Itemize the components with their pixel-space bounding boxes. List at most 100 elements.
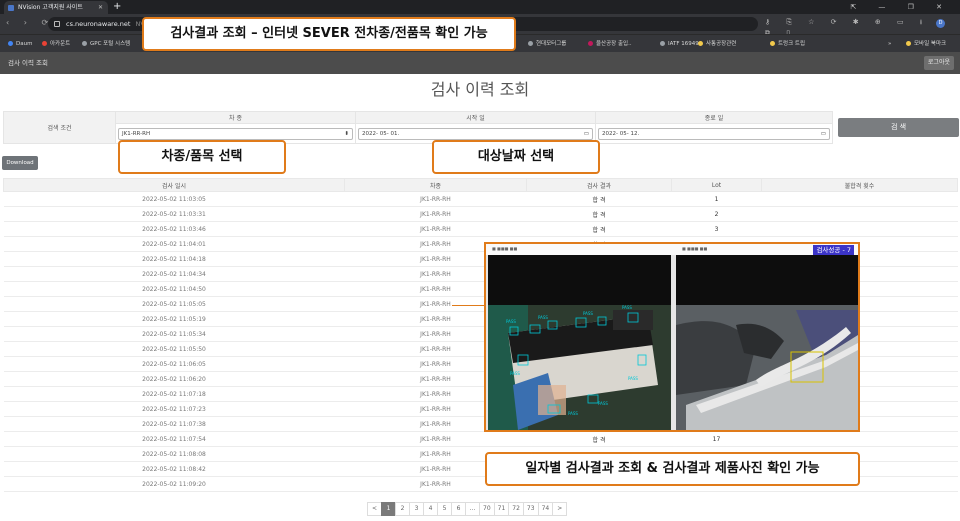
page-button[interactable]: 3 — [409, 502, 424, 516]
cell-time: 2022-05-02 11:07:18 — [3, 386, 345, 402]
page-button[interactable]: 1 — [381, 502, 396, 516]
popup-toolbar-left[interactable]: ■ ■■■ ■■ — [492, 246, 517, 251]
svg-text:PASS: PASS — [583, 311, 593, 316]
cell-lot: 3 — [671, 221, 762, 237]
table-row[interactable]: 2022-05-02 11:03:31 JK1-RR-RH 합 격2 — [3, 206, 958, 222]
vehicle-select[interactable]: JK1-RR-RH ⬍ — [118, 127, 353, 140]
inspection-image-popup: ■ ■■■ ■■ ■ ■■■ ■■ 검사성공 - 7 PASS PASS PASS … — [484, 242, 860, 432]
product-photo-left-image: PASS PASS PASS PASS PASS PASS PASS PASS — [488, 255, 671, 430]
bookmark-item[interactable]: 현대모터그룹 — [528, 35, 566, 53]
page-button[interactable]: 4 — [423, 502, 438, 516]
profile-avatar[interactable]: D — [936, 19, 945, 28]
cell-time: 2022-05-02 11:07:38 — [3, 416, 345, 432]
bookmark-favicon-icon — [906, 41, 911, 46]
page-button[interactable]: 70 — [479, 502, 495, 516]
page-button[interactable]: 5 — [437, 502, 452, 516]
tab-close-icon[interactable]: ✕ — [98, 1, 103, 14]
product-photo-right-image — [676, 255, 858, 430]
site-header: 검사 이력 조회 로그아웃 — [0, 52, 960, 74]
cell-fail-count — [761, 191, 958, 207]
col-lot[interactable]: Lot — [671, 178, 762, 192]
bookmark-item[interactable]: Daum — [8, 35, 32, 53]
bookmark-label: 현대모터그룹 — [536, 41, 567, 47]
col-model[interactable]: 차종 — [344, 178, 527, 192]
bookmark-label: Daum — [16, 41, 33, 47]
bookmark-item[interactable]: 아카운트 — [42, 35, 70, 53]
bookmark-item[interactable]: » — [888, 35, 891, 53]
bookmark-favicon-icon — [42, 41, 47, 46]
bookmark-label: IATF 16949 — [668, 41, 699, 47]
cell-result: 합 격 — [526, 221, 672, 237]
page-button[interactable]: 6 — [451, 502, 466, 516]
svg-text:PASS: PASS — [628, 376, 638, 381]
end-date-column-header: 종료 일 — [595, 111, 833, 124]
product-photo-right — [676, 255, 858, 430]
calendar-icon[interactable]: ▭ — [821, 129, 826, 139]
vehicle-select-value: JK1-RR-RH — [122, 130, 151, 137]
navigation-buttons[interactable]: ‹ › ⟳ — [6, 18, 54, 27]
popup-toolbar-right[interactable]: ■ ■■■ ■■ — [682, 246, 707, 251]
svg-text:PASS: PASS — [538, 315, 548, 320]
page-title: 검사 이력 조회 — [430, 80, 530, 99]
site-info-icon[interactable] — [54, 21, 60, 27]
new-tab-button[interactable]: + — [113, 0, 121, 14]
cell-time: 2022-05-02 11:03:05 — [3, 191, 345, 207]
site-favicon-icon — [8, 5, 14, 11]
cell-result: 합 격 — [526, 431, 672, 447]
download-button[interactable]: Download — [2, 156, 38, 170]
search-button[interactable]: 검 색 — [838, 118, 959, 137]
cell-lot: 1 — [671, 191, 762, 207]
cell-fail-count — [761, 431, 958, 447]
cell-model: JK1-RR-RH — [344, 191, 527, 207]
col-inspection-time[interactable]: 검사 일시 — [3, 178, 345, 192]
product-photo-left: PASS PASS PASS PASS PASS PASS PASS PASS — [488, 255, 671, 430]
page-button[interactable]: 71 — [493, 502, 510, 516]
end-date-input[interactable]: 2022- 05- 12. ▭ — [598, 127, 830, 140]
bookmark-item[interactable]: 울산공장 출입.. — [588, 35, 632, 53]
browser-tab[interactable]: NVision 고객지원 사이트 ✕ — [4, 1, 108, 14]
table-row[interactable]: 2022-05-02 11:07:54 JK1-RR-RH 합 격 17 — [3, 431, 958, 447]
bookmark-favicon-icon — [588, 41, 593, 46]
logout-button[interactable]: 로그아웃 — [923, 56, 954, 70]
col-result[interactable]: 검사 결과 — [526, 178, 672, 192]
page-button[interactable]: 74 — [537, 502, 554, 516]
cell-time: 2022-05-02 11:09:20 — [3, 476, 345, 492]
url-text: cs.neuronaware.net — [66, 20, 131, 28]
page-button[interactable]: 2 — [395, 502, 410, 516]
page-prev-button[interactable]: < — [367, 502, 382, 516]
cell-time: 2022-05-02 11:04:01 — [3, 236, 345, 252]
col-fail-count[interactable]: 불합격 횟수 — [761, 178, 958, 192]
bookmark-label: 아카운트 — [50, 41, 71, 47]
cell-lot: 17 — [671, 431, 762, 447]
start-date-value: 2022- 05- 01. — [362, 130, 400, 137]
table-row[interactable]: 2022-05-02 11:03:05 JK1-RR-RH 합 격1 — [3, 191, 958, 207]
bookmark-item[interactable]: IATF 16949 — [660, 35, 699, 53]
bookmark-item[interactable]: 모바일 북마크 — [906, 35, 946, 53]
cell-result: 합 격 — [526, 206, 672, 222]
bookmark-label: 사통공장관련 — [706, 41, 737, 47]
bookmark-favicon-icon — [698, 41, 703, 46]
cell-model: JK1-RR-RH — [344, 221, 527, 237]
bookmark-item[interactable]: 사통공장관련 — [698, 35, 736, 53]
bookmark-label: GPC 포털 시스템 — [90, 41, 131, 47]
popup-toolbar: ■ ■■■ ■■ ■ ■■■ ■■ 검사성공 - 7 — [486, 244, 858, 255]
results-header-row: 검사 일시 차종 검사 결과 Lot 불합격 횟수 — [3, 178, 958, 192]
start-date-column-header: 시작 일 — [355, 111, 596, 124]
inspection-success-badge: 검사성공 - 7 — [813, 245, 854, 255]
callout-inspection-result: 검사결과 조회 – 인터넷 SEVER 전차종/전품목 확인 가능 — [142, 17, 516, 51]
start-date-input[interactable]: 2022- 05- 01. ▭ — [358, 127, 593, 140]
table-row[interactable]: 2022-05-02 11:03:46 JK1-RR-RH 합 격3 — [3, 221, 958, 237]
bookmark-item[interactable]: GPC 포털 시스템 — [82, 35, 130, 53]
bookmark-favicon-icon — [8, 41, 13, 46]
page-button: ... — [465, 502, 480, 516]
bookmark-label: 모바일 북마크 — [914, 41, 947, 47]
page-button[interactable]: 72 — [508, 502, 524, 516]
calendar-icon[interactable]: ▭ — [584, 129, 589, 139]
bookmark-favicon-icon — [770, 41, 775, 46]
bookmark-item[interactable]: 트렁크 트립 — [770, 35, 805, 53]
window-controls[interactable]: ⇱ — ❐ ✕ — [850, 0, 952, 14]
page-next-button[interactable]: > — [552, 502, 568, 516]
page-button[interactable]: 73 — [522, 502, 539, 516]
bookmark-label: 울산공장 출입.. — [596, 41, 632, 47]
tab-title: NVision 고객지원 사이트 — [18, 4, 83, 11]
